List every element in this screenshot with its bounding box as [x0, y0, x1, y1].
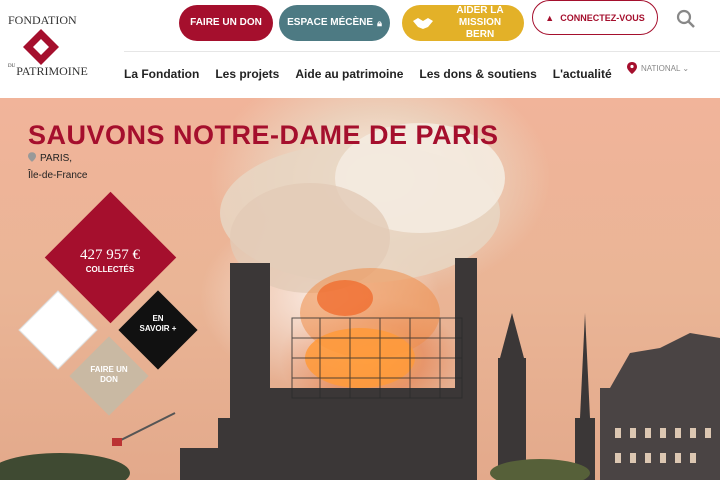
search-icon[interactable]: [676, 9, 696, 29]
logo-text-bottom: DUPATRIMOINE: [8, 64, 88, 78]
nav-item-projects[interactable]: Les projets: [215, 67, 279, 81]
main-nav: La Fondation Les projets Aide au patrimo…: [124, 67, 612, 81]
site-header: FONDATION DUPATRIMOINE FAIRE UN DON ESPA…: [0, 0, 720, 98]
location-city: PARIS,: [40, 153, 73, 164]
collected-label: COLLECTÉS: [85, 265, 135, 274]
map-pin-icon: [28, 152, 36, 162]
logo-diamond-icon: [23, 29, 59, 65]
handshake-icon: [413, 18, 433, 29]
project-location: PARIS, Île-de-France: [28, 150, 87, 184]
page-title: SAUVONS NOTRE-DAME DE PARIS: [28, 120, 499, 150]
map-pin-icon: [627, 62, 637, 74]
collected-amount: 427 957 €: [80, 247, 140, 263]
patron-space-button[interactable]: ESPACE MÉCÈNE 🔒︎: [279, 5, 390, 41]
bern-mission-button[interactable]: AIDER LA MISSION BERN: [402, 5, 524, 41]
region-label: NATIONAL: [641, 63, 681, 73]
hero-banner: SAUVONS NOTRE-DAME DE PARIS PARIS, Île-d…: [0, 98, 720, 480]
learn-more-label[interactable]: EN SAVOIR +: [138, 314, 178, 334]
logo[interactable]: FONDATION DUPATRIMOINE: [8, 12, 88, 78]
hero-donate-label[interactable]: FAIRE UN DON: [84, 365, 134, 385]
chevron-down-icon: ⌄: [682, 63, 690, 73]
nav-item-foundation[interactable]: La Fondation: [124, 67, 199, 81]
nav-item-heritage-aid[interactable]: Aide au patrimoine: [295, 67, 403, 81]
nav-item-news[interactable]: L'actualité: [553, 67, 612, 81]
logo-text-top: FONDATION: [8, 13, 77, 27]
nav-item-donations[interactable]: Les dons & soutiens: [419, 67, 536, 81]
user-icon: ▲: [545, 12, 555, 23]
header-divider: [124, 51, 720, 52]
location-region: Île-de-France: [28, 170, 88, 181]
donate-button[interactable]: FAIRE UN DON: [179, 5, 273, 41]
login-button[interactable]: ▲ CONNECTEZ-VOUS: [532, 0, 658, 35]
lock-icon: 🔒︎: [377, 18, 382, 28]
region-selector[interactable]: NATIONAL ⌄: [627, 62, 689, 74]
